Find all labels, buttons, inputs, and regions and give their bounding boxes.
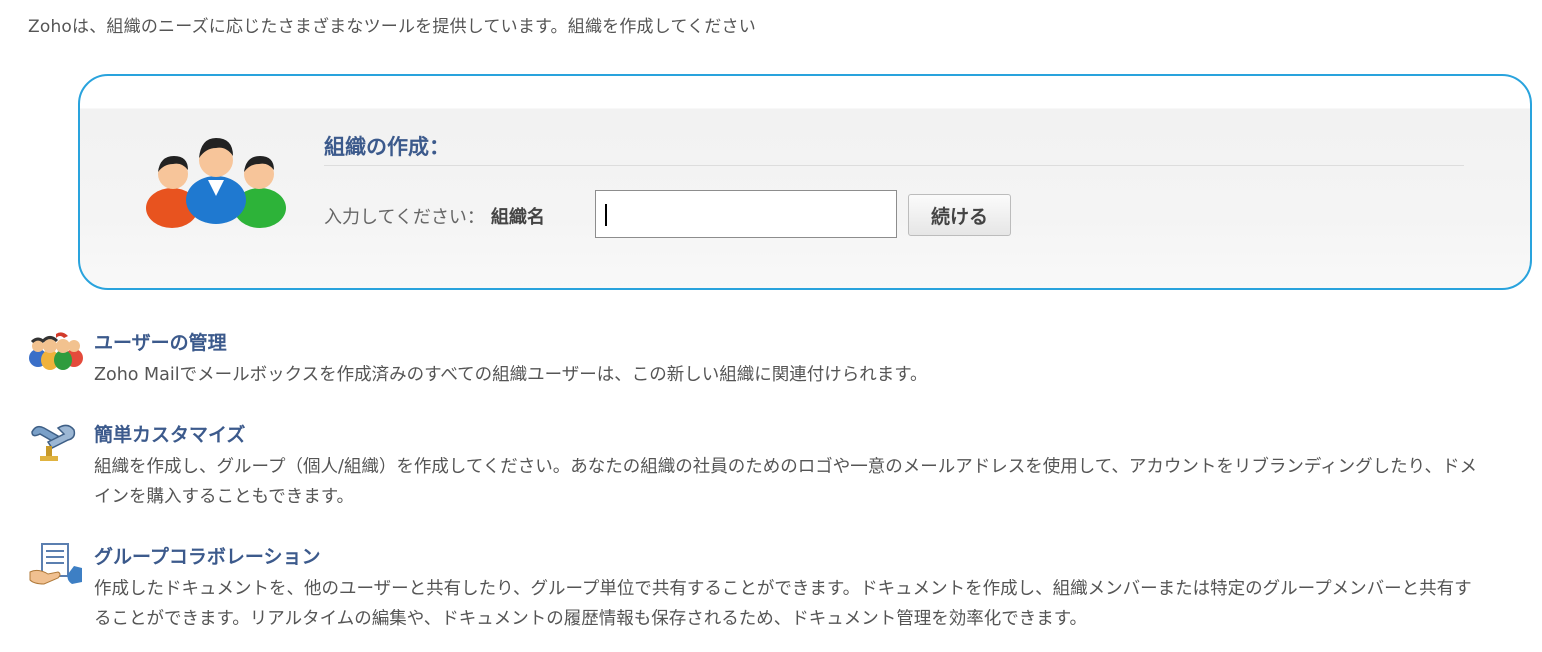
create-organization-panel: 組織の作成： 入力してください： 組織名 続ける [78, 74, 1532, 290]
feature-description: 作成したドキュメントを、他のユーザーと共有したり、グループ単位で共有することがで… [94, 579, 1472, 629]
org-name-field-label: 組織名 [490, 207, 545, 228]
feature-title: ユーザーの管理 [94, 332, 227, 354]
feature-title: グループコラボレーション [94, 546, 321, 568]
org-name-input[interactable] [595, 190, 897, 238]
divider [324, 165, 1464, 166]
intro-text: Zohoは、組織のニーズに応じたさまざまなツールを提供しています。組織を作成して… [28, 17, 756, 37]
org-name-label: 入力してください： 組織名 [324, 203, 545, 229]
input-prompt: 入力してください： [324, 207, 485, 228]
feature-description: Zoho Mailでメールボックスを作成済みのすべての組織ユーザーは、この新しい… [94, 365, 928, 385]
collaboration-icon [29, 543, 82, 585]
continue-button[interactable]: 続ける [908, 194, 1011, 236]
customize-tools-icon [31, 424, 76, 461]
feature-title: 簡単カスタマイズ [94, 424, 246, 446]
text-cursor [605, 204, 607, 226]
feature-description: 組織を作成し、グループ（個人/組織）を作成してください。あなたの組織の社員のため… [94, 457, 1477, 507]
create-organization-title: 組織の作成： [324, 135, 450, 159]
organization-people-icon [146, 138, 286, 228]
users-group-icon [29, 332, 83, 370]
